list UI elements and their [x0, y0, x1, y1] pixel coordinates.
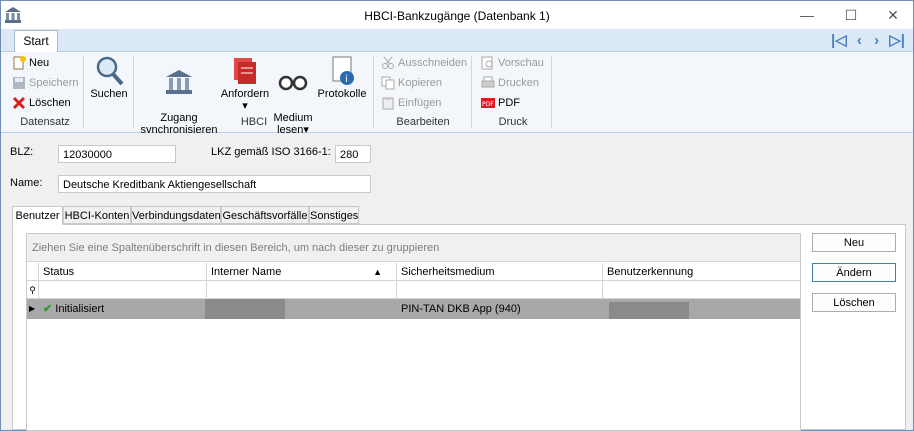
title-bar: HBCI-Bankzugänge (Datenbank 1) — ☐ ✕	[1, 1, 913, 29]
checkmark-icon: ✔	[43, 303, 53, 315]
tab-hbci-konten[interactable]: HBCI-Konten	[63, 206, 131, 224]
print-preview-icon	[481, 56, 495, 70]
delete-user-button[interactable]: Löschen	[812, 293, 896, 312]
svg-text:i: i	[345, 74, 348, 85]
group-label-bearbeiten: Bearbeiten	[396, 116, 450, 128]
lkz-field[interactable]: 280	[335, 145, 371, 163]
pdf-icon: PDF	[481, 96, 495, 110]
application-window: HBCI-Bankzugänge (Datenbank 1) — ☐ ✕ Sta…	[0, 0, 914, 431]
printer-icon	[481, 76, 495, 90]
redacted-block	[205, 299, 285, 319]
ribbon-separator	[83, 56, 84, 128]
last-record-icon[interactable]: ▷|	[889, 32, 905, 49]
lkz-label: LKZ gemäß ISO 3166-1:	[211, 146, 331, 158]
column-header-security-medium[interactable]: Sicherheitsmedium	[397, 263, 603, 281]
info-document-icon: i	[315, 54, 369, 88]
bank-sync-icon	[139, 66, 219, 100]
delete-record-button[interactable]: Löschen	[12, 96, 71, 110]
edit-user-button[interactable]: Ändern	[812, 263, 896, 282]
sort-ascending-icon: ▲	[373, 267, 382, 277]
first-record-icon[interactable]: |◁	[831, 32, 847, 49]
request-documents-icon	[219, 54, 271, 88]
copy-icon	[381, 76, 395, 90]
blz-field[interactable]: 12030000	[58, 145, 176, 163]
svg-text:PDF: PDF	[482, 101, 494, 108]
close-button[interactable]: ✕	[875, 5, 911, 25]
filter-cell-security-medium[interactable]	[397, 281, 603, 299]
scissors-icon	[381, 56, 395, 70]
magnifier-icon	[89, 54, 129, 88]
tab-geschaeftsvorfaelle[interactable]: Geschäftsvorfälle	[221, 206, 309, 224]
filter-cell-user-id[interactable]	[603, 281, 800, 299]
cut-button[interactable]: Ausschneiden	[381, 56, 467, 70]
new-document-icon	[12, 56, 26, 70]
record-navigation: |◁ ‹ › ▷|	[831, 31, 905, 49]
delete-x-icon	[12, 96, 26, 110]
filter-pin-icon[interactable]: ⚲	[27, 281, 39, 299]
ribbon-separator	[373, 56, 374, 128]
name-field[interactable]: Deutsche Kreditbank Aktiengesellschaft	[58, 175, 371, 193]
ribbon: Neu Speichern Löschen Datensatz Suchen Z…	[1, 52, 913, 136]
blz-label: BLZ:	[10, 146, 34, 158]
tab-verbindungsdaten[interactable]: Verbindungsdaten	[131, 206, 221, 224]
maximize-button[interactable]: ☐	[833, 5, 869, 25]
save-button[interactable]: Speichern	[12, 76, 79, 90]
users-grid: Ziehen Sie eine Spaltenüberschrift in di…	[26, 233, 801, 431]
column-header-user-id[interactable]: Benutzerkennung	[603, 263, 800, 281]
row-indicator-header	[27, 263, 39, 281]
search-button[interactable]: Suchen	[89, 54, 129, 100]
ribbon-tabstrip: Start	[1, 29, 913, 52]
new-user-button[interactable]: Neu	[812, 233, 896, 252]
window-title: HBCI-Bankzugänge (Datenbank 1)	[364, 9, 550, 23]
pdf-button[interactable]: PDF PDF	[481, 96, 520, 110]
group-label-druck: Druck	[498, 116, 528, 128]
security-medium-cell[interactable]: PIN-TAN DKB App (940)	[397, 299, 603, 319]
group-by-area[interactable]: Ziehen Sie eine Spaltenüberschrift in di…	[27, 234, 800, 262]
group-label-datensatz: Datensatz	[20, 116, 70, 128]
minimize-button[interactable]: —	[789, 5, 825, 25]
table-row[interactable]: ▶ ✔ Initialisiert PIN-TAN DKB App (940)	[27, 299, 800, 319]
request-dropdown-button[interactable]: Anfordern ▾	[219, 54, 271, 112]
print-button[interactable]: Drucken	[481, 76, 539, 90]
filter-cell-status[interactable]	[39, 281, 207, 299]
protocols-button[interactable]: i Protokolle	[315, 54, 369, 100]
ribbon-separator	[551, 56, 552, 128]
row-pointer-icon: ▶	[29, 304, 36, 313]
group-label-hbci: HBCI	[240, 116, 268, 128]
next-record-icon[interactable]: ›	[874, 32, 879, 49]
ribbon-separator	[471, 56, 472, 128]
clipboard-icon	[381, 96, 395, 110]
filter-cell-internal-name[interactable]	[207, 281, 397, 299]
tab-benutzer[interactable]: Benutzer	[12, 206, 63, 225]
paste-button[interactable]: Einfügen	[381, 96, 441, 110]
status-cell[interactable]: ✔ Initialisiert	[39, 299, 207, 319]
prev-record-icon[interactable]: ‹	[857, 32, 862, 49]
redacted-block	[609, 302, 689, 319]
tab-sonstiges[interactable]: Sonstiges	[309, 206, 359, 224]
new-record-button[interactable]: Neu	[12, 56, 49, 70]
preview-button[interactable]: Vorschau	[481, 56, 544, 70]
ribbon-separator	[133, 56, 134, 128]
column-header-status[interactable]: Status	[39, 263, 207, 281]
glasses-icon	[273, 66, 313, 100]
name-label: Name:	[10, 177, 43, 189]
save-disk-icon	[12, 76, 26, 90]
column-header-internal-name[interactable]: Interner Name ▲	[207, 263, 397, 281]
chevron-down-icon: ▾	[242, 100, 248, 112]
tab-start[interactable]: Start	[14, 30, 58, 52]
copy-button[interactable]: Kopieren	[381, 76, 442, 90]
